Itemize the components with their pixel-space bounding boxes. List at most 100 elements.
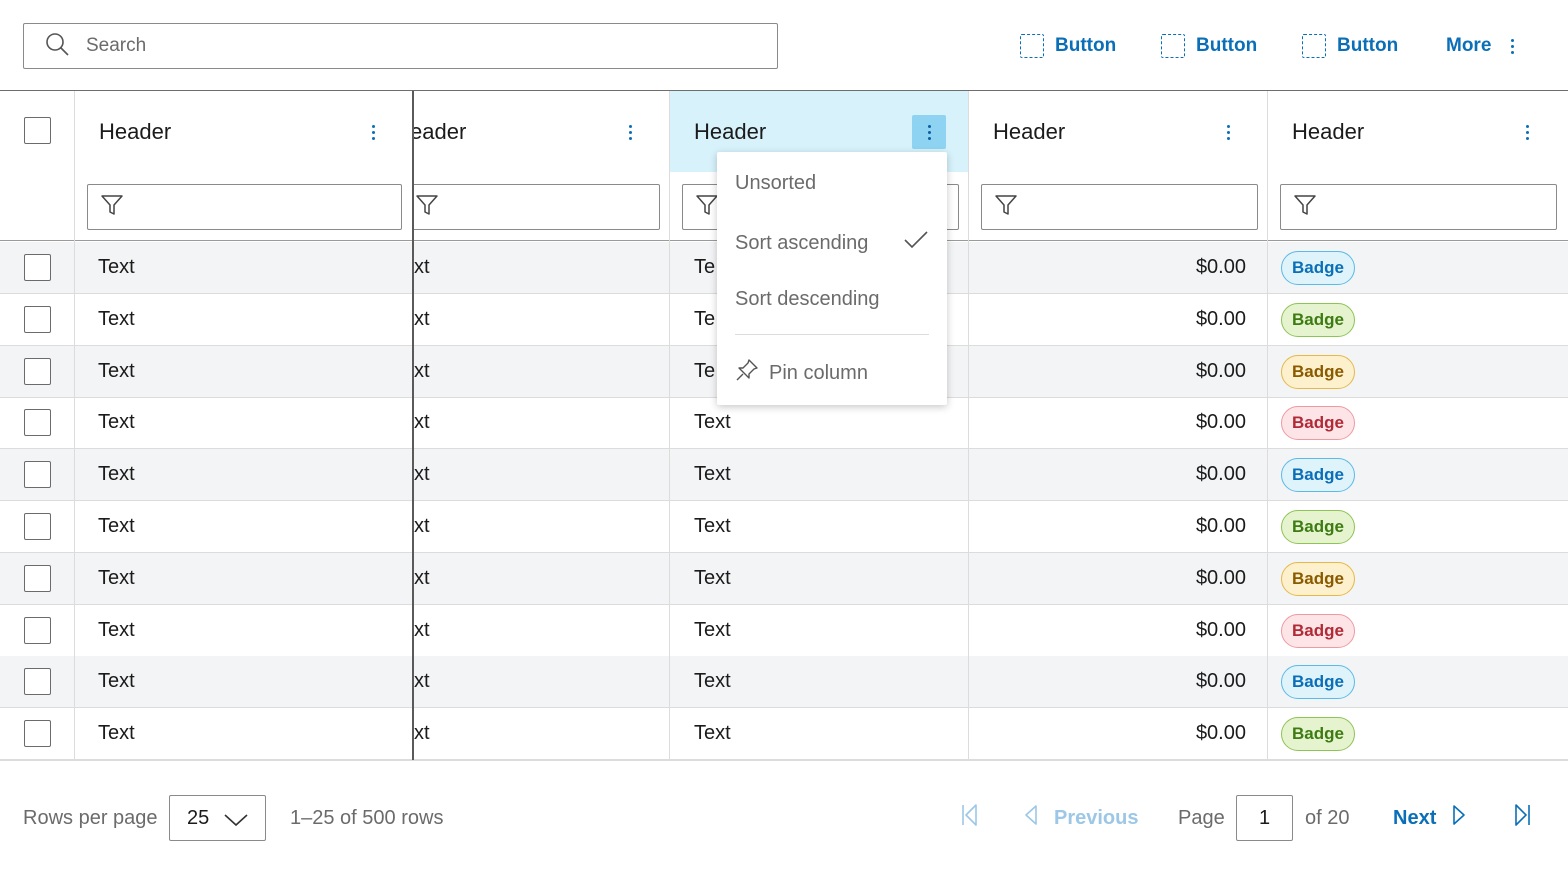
- column-menu-button[interactable]: [1211, 115, 1245, 149]
- menu-item-pin-column[interactable]: Pin column: [735, 358, 868, 388]
- status-badge: Badge: [1281, 664, 1355, 699]
- menu-item-unsorted[interactable]: Unsorted: [735, 172, 816, 195]
- filter-icon: [683, 194, 719, 221]
- menu-item-sort-ascending[interactable]: Sort ascending: [735, 230, 929, 256]
- row-checkbox[interactable]: [24, 720, 51, 747]
- column-divider: [968, 91, 969, 760]
- search-input[interactable]: [86, 35, 686, 57]
- row-checkbox[interactable]: [24, 461, 51, 488]
- checkmark-icon: [903, 230, 929, 256]
- cell-amount: $0.00: [1195, 411, 1246, 433]
- first-page-icon: [958, 802, 980, 834]
- next-button[interactable]: Next: [1393, 795, 1466, 841]
- kebab-icon: [1226, 124, 1230, 140]
- column-header-4: Header: [969, 91, 1268, 241]
- toolbar-button-1[interactable]: Button: [1020, 30, 1116, 62]
- cell-text: Text: [98, 308, 135, 330]
- chevron-down-icon: [223, 811, 249, 834]
- cell-amount: $0.00: [1195, 722, 1246, 744]
- row-checkbox[interactable]: [24, 409, 51, 436]
- row-checkbox[interactable]: [24, 306, 51, 333]
- column-menu-button[interactable]: [613, 115, 647, 149]
- cell-text: Text: [98, 463, 135, 485]
- column-filter-input[interactable]: [1280, 184, 1557, 230]
- placeholder-icon: [1161, 34, 1185, 58]
- column-filter-input[interactable]: [412, 184, 660, 230]
- page-count-text: of 20: [1305, 806, 1350, 829]
- cell-text: Text: [694, 463, 731, 485]
- status-badge: Badge: [1281, 457, 1355, 492]
- column-header-title: Header: [99, 118, 172, 144]
- column-header-2: eader: [412, 91, 670, 241]
- cell-badge: Badge: [1281, 605, 1355, 656]
- cell-amount: $0.00: [1195, 515, 1246, 537]
- cell-text: Text: [98, 360, 135, 382]
- row-checkbox[interactable]: [24, 565, 51, 592]
- cell-text: Text: [694, 670, 731, 692]
- cell-amount: $0.00: [1195, 619, 1246, 641]
- column-filter-input[interactable]: [87, 184, 402, 230]
- cell-text: Text: [694, 515, 731, 537]
- cell-text: Text: [694, 722, 731, 744]
- cell-text: Te: [694, 256, 716, 278]
- status-badge: Badge: [1281, 405, 1355, 440]
- select-all-checkbox[interactable]: [24, 117, 51, 144]
- cell-badge: Badge: [1281, 656, 1355, 707]
- cell-text: Te: [694, 308, 716, 330]
- first-page-button[interactable]: [958, 795, 980, 841]
- column-menu-button[interactable]: [1510, 115, 1544, 149]
- cell-badge: Badge: [1281, 501, 1355, 552]
- row-checkbox[interactable]: [24, 513, 51, 540]
- previous-label: Previous: [1054, 806, 1139, 829]
- column-menu-button[interactable]: [356, 115, 390, 149]
- kebab-icon: [371, 124, 375, 140]
- cell-text: xt: [414, 256, 430, 278]
- cell-badge: Badge: [1281, 346, 1355, 397]
- column-header-title: Header: [694, 118, 767, 144]
- row-checkbox[interactable]: [24, 358, 51, 385]
- rows-per-page-label: Rows per page: [23, 806, 158, 829]
- row-checkbox[interactable]: [24, 668, 51, 695]
- column-filter-input[interactable]: [981, 184, 1258, 230]
- menu-item-sort-descending[interactable]: Sort descending: [735, 288, 880, 311]
- column-header-5: Header: [1268, 91, 1568, 241]
- column-divider: [669, 91, 670, 760]
- cell-text: Text: [98, 670, 135, 692]
- search-box[interactable]: [23, 23, 778, 69]
- cell-amount: $0.00: [1195, 308, 1246, 330]
- rows-range-text: 1–25 of 500 rows: [290, 806, 444, 829]
- cell-amount: $0.00: [1195, 463, 1246, 485]
- column-menu-button-active[interactable]: [912, 115, 946, 149]
- cell-text: xt: [414, 411, 430, 433]
- more-button[interactable]: More: [1446, 30, 1515, 62]
- row-checkbox[interactable]: [24, 254, 51, 281]
- row-checkbox[interactable]: [24, 617, 51, 644]
- column-header-1: Header: [75, 91, 412, 241]
- table-row: Text xt Text $0.00 Badge: [0, 656, 1568, 708]
- status-badge: Badge: [1281, 354, 1355, 389]
- cell-text: Text: [98, 256, 135, 278]
- table-row: Text xt Text $0.00 Badge: [0, 605, 1568, 657]
- cell-badge: Badge: [1281, 242, 1355, 293]
- filter-icon: [412, 194, 439, 221]
- toolbar-button-3[interactable]: Button: [1302, 30, 1398, 62]
- kebab-icon: [1525, 124, 1529, 140]
- table-row: Text xt Text $0.00 Badge: [0, 449, 1568, 501]
- kebab-icon: [1511, 38, 1515, 54]
- cell-text: Text: [98, 567, 135, 589]
- pin-icon: [735, 358, 759, 388]
- toolbar-button-2[interactable]: Button: [1161, 30, 1257, 62]
- rows-per-page-select[interactable]: 25: [169, 795, 266, 841]
- last-page-icon: [1512, 802, 1534, 834]
- menu-item-label: Unsorted: [735, 172, 817, 194]
- page-number-input[interactable]: 1: [1236, 795, 1293, 841]
- menu-separator: [735, 334, 929, 335]
- cell-amount: $0.00: [1195, 670, 1246, 692]
- column-header-title: Header: [1292, 118, 1365, 144]
- status-badge: Badge: [1281, 302, 1355, 337]
- previous-button[interactable]: Previous: [1024, 795, 1138, 841]
- more-label: More: [1446, 35, 1492, 56]
- toolbar-button-label: Button: [1196, 35, 1258, 56]
- table-row: Text xt Text $0.00 Badge: [0, 553, 1568, 605]
- last-page-button[interactable]: [1512, 795, 1534, 841]
